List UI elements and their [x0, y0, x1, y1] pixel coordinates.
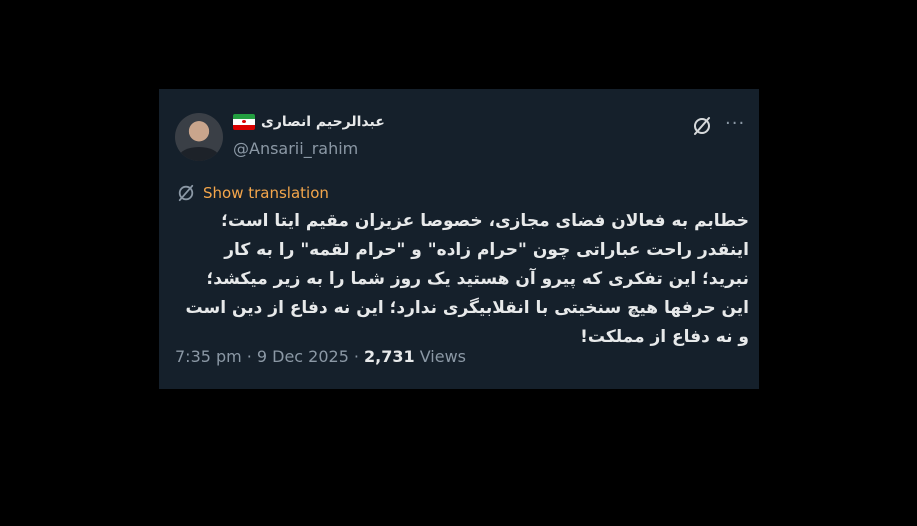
views-count: 2,731 [363, 347, 415, 366]
tweet-date[interactable]: 9 Dec 2025 [257, 347, 349, 366]
avatar[interactable] [175, 113, 223, 161]
more-options-icon[interactable]: ··· [725, 115, 747, 135]
author-display-name[interactable]: عبدالرحیم انصاری [261, 114, 385, 130]
grok-icon[interactable] [692, 116, 712, 136]
avatar-shoulders [179, 147, 219, 161]
author-handle[interactable]: @Ansarii_rahim [233, 139, 358, 158]
iran-flag-icon [233, 114, 255, 130]
tweet-time[interactable]: 7:35 pm [175, 347, 242, 366]
tweet-text: خطابم به فعالان فضای مجازی، خصوصا عزیزان… [185, 211, 750, 347]
show-translation-label[interactable]: Show translation [203, 184, 329, 202]
meta-separator: · [353, 347, 359, 366]
show-translation-button[interactable]: Show translation [177, 184, 329, 202]
tweet-meta: 7:35 pm · 9 Dec 2025 · 2,731 Views [175, 347, 466, 366]
translate-icon [178, 184, 194, 202]
views-label: Views [419, 347, 466, 366]
tweet-card: عبدالرحیم انصاری @Ansarii_rahim ··· Show… [159, 89, 759, 389]
author-name-row[interactable]: عبدالرحیم انصاری [233, 114, 385, 130]
meta-separator: · [246, 347, 252, 366]
